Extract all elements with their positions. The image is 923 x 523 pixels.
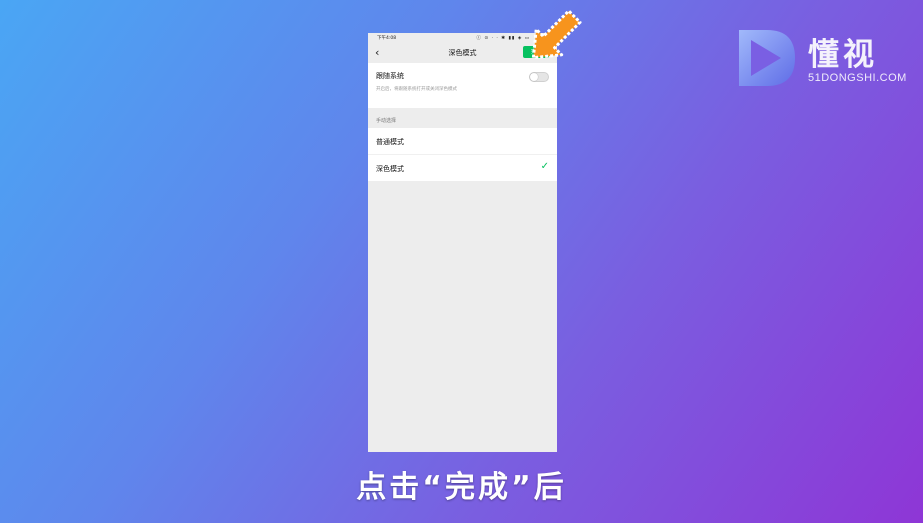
- logo-mark-icon: [739, 30, 795, 86]
- follow-system-label: 跟随系统: [376, 72, 404, 80]
- checkmark-icon: ✓: [540, 161, 549, 172]
- logo-name-en: 51DONGSHI.COM: [808, 72, 907, 84]
- status-time: 下午4:08: [377, 36, 397, 41]
- follow-system-toggle[interactable]: [529, 72, 549, 82]
- pointer-arrow-icon: [531, 9, 582, 60]
- toggle-knob: [530, 73, 538, 81]
- option-label: 普通模式: [376, 138, 404, 146]
- option-dark-mode[interactable]: 深色模式 ✓: [368, 154, 557, 181]
- option-normal-mode[interactable]: 普通模式: [368, 128, 557, 154]
- manual-section-header: 手动选择: [368, 108, 557, 128]
- follow-system-description: 开启后，将跟随系统打开或关闭深色模式: [376, 87, 457, 92]
- video-caption: 点击“完成”后: [356, 470, 567, 505]
- manual-section-label: 手动选择: [376, 118, 397, 124]
- option-label: 深色模式: [376, 165, 404, 173]
- logo-name-cn: 懂视: [808, 37, 878, 73]
- follow-system-row: 跟随系统 开启后，将跟随系统打开或关闭深色模式: [368, 63, 557, 108]
- mode-list: 普通模式 深色模式 ✓: [368, 128, 557, 181]
- watermark-logo: 懂视 51DONGSHI.COM: [733, 26, 913, 92]
- phone-screen: 下午4:08 ⓘ ⊙ · · ✱ ▮▮ ◈ ▭ ‹ 深色模式 完成 跟随系统 开…: [368, 33, 557, 452]
